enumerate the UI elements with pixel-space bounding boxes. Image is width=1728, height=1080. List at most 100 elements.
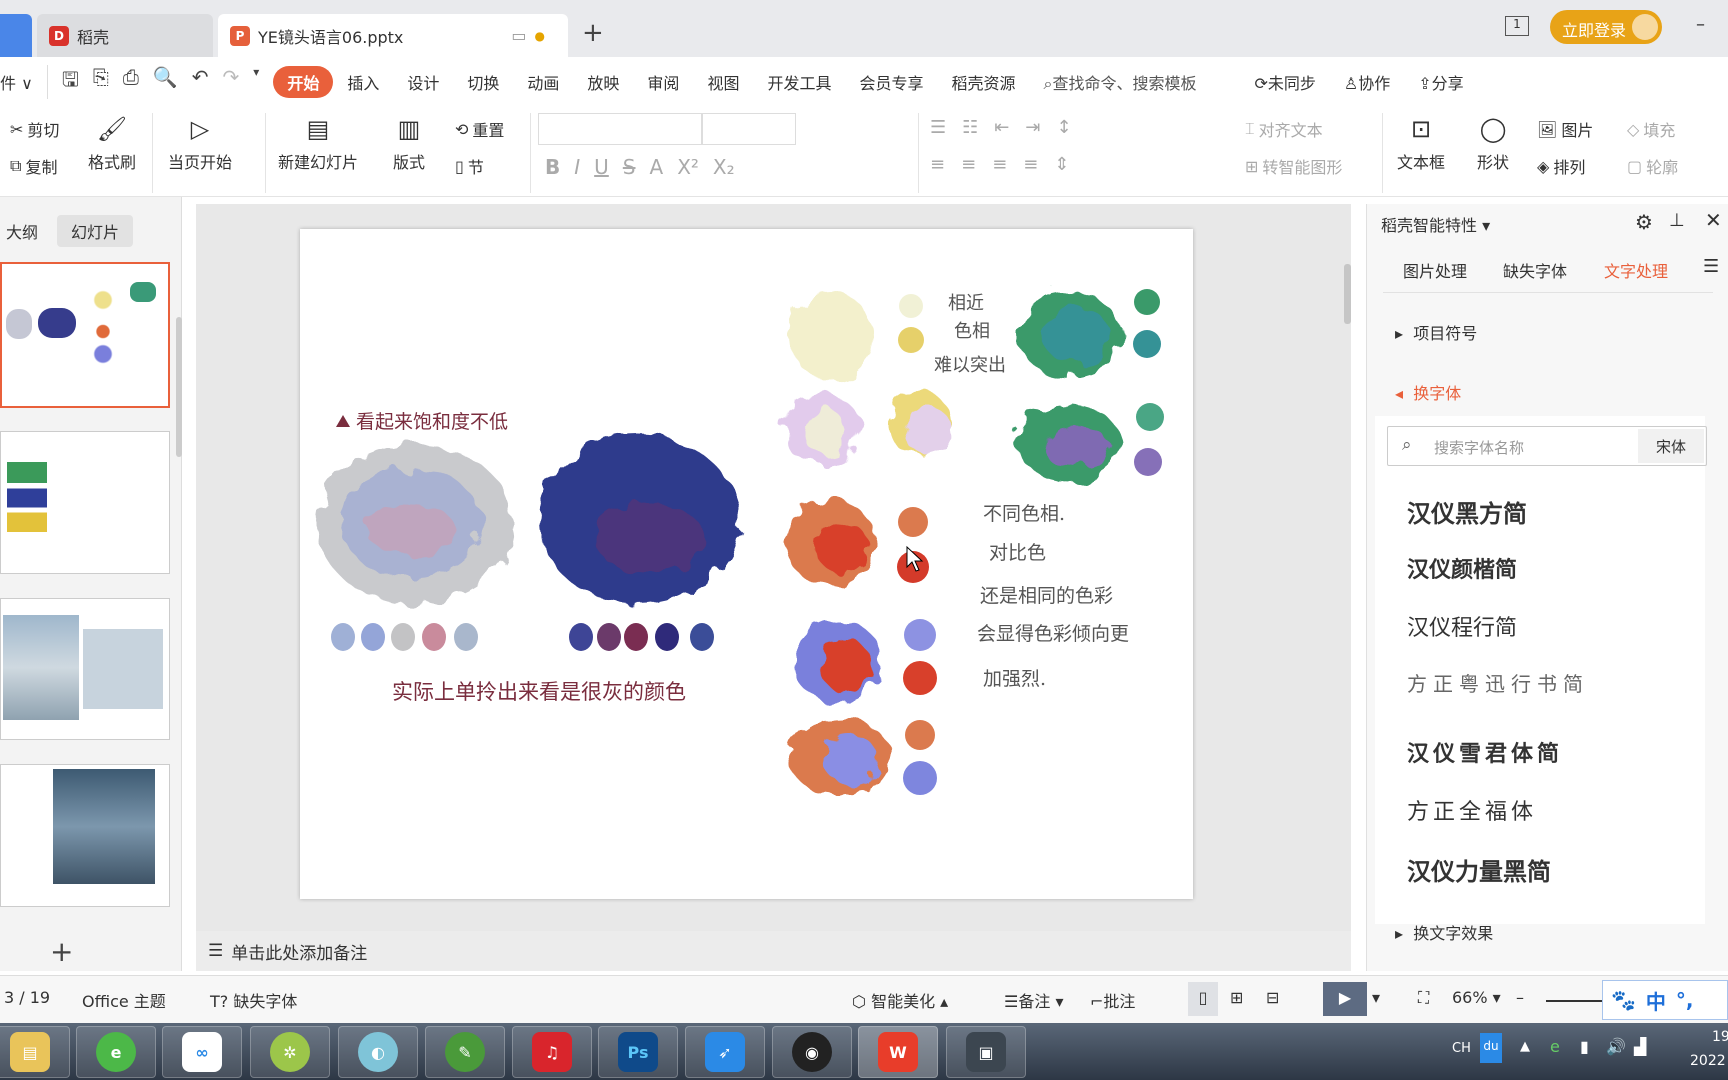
menu-file[interactable]: 件 ∨	[0, 70, 47, 94]
underline-icon[interactable]: U	[594, 155, 609, 179]
taskbar-browser[interactable]: e	[76, 1026, 156, 1078]
taskbar-wps[interactable]: W	[858, 1026, 938, 1078]
text-direction-icon[interactable]: ↕	[1056, 117, 1071, 138]
play-options-icon[interactable]: ▾	[1372, 988, 1380, 1007]
zoom-select[interactable]: 66% ▾	[1452, 988, 1501, 1007]
taskbar-baidu-netdisk[interactable]: ∞	[162, 1026, 242, 1078]
page-counter-icon[interactable]: 1	[1505, 16, 1529, 36]
reading-view-icon[interactable]: ⊟	[1266, 988, 1279, 1007]
fit-window-icon[interactable]: ⛶	[1418, 988, 1429, 1008]
sync-button[interactable]: ⟳未同步	[1240, 70, 1329, 94]
tray-expand-icon[interactable]: ▲	[1520, 1039, 1530, 1054]
tab-docer[interactable]: D 稻壳	[37, 14, 213, 57]
align-left-icon[interactable]: ≡	[930, 154, 945, 175]
taskbar-explorer[interactable]: ▤	[0, 1026, 70, 1078]
tab-missing-fonts[interactable]: 缺失字体	[1503, 258, 1567, 282]
font-option[interactable]: 汉仪黑方简	[1407, 494, 1527, 529]
slide-thumbnail-5[interactable]	[0, 598, 170, 740]
print-icon[interactable]: ⎙	[123, 65, 139, 99]
slide[interactable]: 看起来饱和度不低 实际上单拎出来看是很灰的颜色 相近 色相 难以突出 不同色相.…	[300, 229, 1193, 899]
taskbar-netease-music[interactable]: ♫	[512, 1026, 592, 1078]
notes-toggle-button[interactable]: ☰备注 ▾	[1004, 988, 1063, 1012]
font-option[interactable]: 方正粤迅行书简	[1407, 668, 1589, 697]
taskbar-obs[interactable]: ◉	[772, 1026, 852, 1078]
font-option[interactable]: 方正全福体	[1407, 794, 1537, 826]
align-right-icon[interactable]: ≡	[992, 154, 1007, 175]
undo-icon[interactable]: ↶	[192, 65, 209, 99]
smart-graphic-button[interactable]: ⊞ 转智能图形	[1245, 154, 1342, 178]
missing-fonts-button[interactable]: T? 缺失字体	[210, 988, 297, 1012]
font-color-icon[interactable]: A	[650, 155, 664, 179]
bold-icon[interactable]: B	[545, 155, 560, 179]
tab-image-processing[interactable]: 图片处理	[1403, 258, 1467, 282]
copy-button[interactable]: ⧉ 复制	[10, 154, 57, 178]
command-search[interactable]: ⌕查找命令、搜索模板	[1030, 70, 1211, 94]
redo-icon[interactable]: ↷	[223, 65, 240, 99]
quick-access-dropdown-icon[interactable]: ▾	[253, 65, 259, 99]
font-option[interactable]: 汉仪力量黑简	[1407, 852, 1551, 887]
monitor-icon[interactable]: ▭	[511, 26, 526, 45]
notes-bar[interactable]: ☰ 单击此处添加备注	[196, 931, 1351, 971]
slide-thumbnail-4[interactable]	[0, 431, 170, 574]
clock-date[interactable]: 2022	[1690, 1053, 1726, 1069]
play-from-current-button[interactable]: ▷ 当页开始	[168, 115, 232, 173]
menu-animations[interactable]: 动画	[513, 70, 573, 94]
font-search-input[interactable]: ⌕ 搜索字体名称 宋体	[1387, 426, 1707, 466]
panel-title-dropdown[interactable]: 稻壳智能特性 ▾	[1381, 212, 1490, 236]
superscript-icon[interactable]: X²	[677, 155, 699, 179]
new-slide-button[interactable]: ▤ 新建幻灯片	[278, 115, 358, 173]
strikethrough-icon[interactable]: S	[623, 155, 636, 179]
section-text-effects[interactable]: ▸ 换文字效果	[1395, 920, 1493, 944]
indent-icon[interactable]: ⇥	[1025, 117, 1040, 138]
home-button[interactable]	[0, 14, 32, 57]
layout-button[interactable]: ▥ 版式	[393, 115, 425, 173]
section-button[interactable]: ▯ 节	[455, 154, 484, 178]
new-tab-button[interactable]: +	[582, 18, 604, 48]
taskbar-app-bird[interactable]: ◐	[338, 1026, 418, 1078]
slide-sorter-icon[interactable]: ⊞	[1230, 988, 1243, 1007]
print-preview-icon[interactable]: 🔍	[153, 65, 178, 99]
login-button[interactable]: 立即登录	[1550, 10, 1662, 44]
menu-icon[interactable]: ☰	[1703, 256, 1719, 277]
align-center-icon[interactable]: ≡	[961, 154, 976, 175]
reset-button[interactable]: ⟲ 重置	[455, 117, 504, 141]
fill-button[interactable]: ◇ 填充	[1627, 117, 1675, 141]
taskbar-app-paint[interactable]: ✎	[425, 1026, 505, 1078]
save-icon[interactable]: 🖫	[62, 65, 79, 99]
shape-button[interactable]: ◯ 形状	[1477, 115, 1509, 173]
bullets-icon[interactable]: ☰	[930, 117, 946, 138]
font-option[interactable]: 汉仪雪君体简	[1407, 736, 1563, 768]
menu-view[interactable]: 视图	[693, 70, 753, 94]
tray-network-icon[interactable]: ▟	[1634, 1037, 1646, 1056]
menu-home[interactable]: 开始	[273, 66, 334, 98]
textbox-button[interactable]: ⊡ 文本框	[1397, 115, 1445, 173]
outline-button[interactable]: ▢ 轮廓	[1627, 154, 1678, 178]
collab-button[interactable]: ♙协作	[1330, 70, 1404, 94]
play-slideshow-button[interactable]: ▶	[1323, 982, 1367, 1016]
menu-member[interactable]: 会员专享	[845, 70, 937, 94]
slide-thumbnail-3[interactable]	[0, 262, 170, 408]
tray-language[interactable]: CH	[1452, 1041, 1471, 1056]
section-bullets[interactable]: ▸ 项目符号	[1395, 320, 1477, 344]
zoom-out-button[interactable]: –	[1516, 988, 1524, 1007]
pin-icon[interactable]: ⊥	[1669, 210, 1685, 231]
align-text-button[interactable]: ⌶ 对齐文本	[1245, 117, 1323, 141]
minimize-button[interactable]: –	[1696, 14, 1705, 35]
theme-name[interactable]: Office 主题	[82, 988, 166, 1012]
outdent-icon[interactable]: ⇤	[994, 117, 1009, 138]
menu-review[interactable]: 审阅	[633, 70, 693, 94]
taskbar-feishu[interactable]: ➶	[685, 1026, 765, 1078]
font-size-select[interactable]	[702, 113, 796, 145]
slide-thumbnail-6[interactable]	[0, 764, 170, 907]
taskbar-app-dark[interactable]: ▣	[946, 1026, 1026, 1078]
close-icon[interactable]: ✕	[1705, 208, 1722, 232]
menu-slideshow[interactable]: 放映	[573, 70, 633, 94]
italic-icon[interactable]: I	[574, 155, 580, 179]
tray-power-icon[interactable]: ▮	[1580, 1037, 1589, 1056]
tab-outline[interactable]: 大纲	[6, 219, 38, 243]
taskbar-app-lime[interactable]: ✲	[250, 1026, 330, 1078]
font-name-select[interactable]	[538, 113, 702, 145]
tab-slides[interactable]: 幻灯片	[57, 215, 134, 247]
cut-button[interactable]: ✂ 剪切	[10, 117, 59, 141]
clock-time[interactable]: 19	[1712, 1029, 1728, 1045]
